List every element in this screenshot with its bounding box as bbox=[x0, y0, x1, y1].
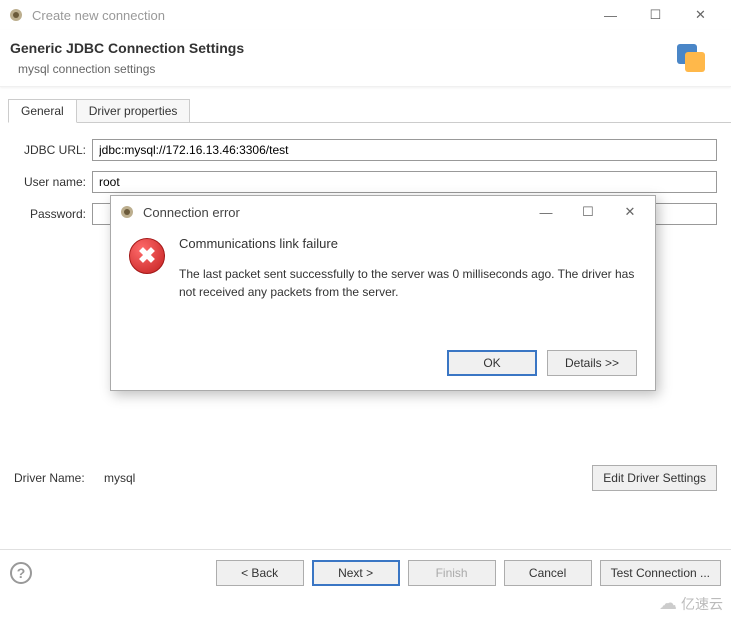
header-title: Generic JDBC Connection Settings bbox=[10, 40, 244, 56]
window-title: Create new connection bbox=[32, 8, 588, 23]
wizard-footer: ? < Back Next > Finish Cancel Test Conne… bbox=[0, 549, 731, 596]
close-button[interactable]: ✕ bbox=[678, 0, 723, 30]
cloud-icon: ☁ bbox=[659, 593, 677, 614]
jdbc-url-input[interactable] bbox=[92, 139, 717, 161]
help-icon[interactable]: ? bbox=[10, 562, 32, 584]
driver-name-label: Driver Name: bbox=[14, 471, 104, 485]
tab-driver-properties[interactable]: Driver properties bbox=[76, 99, 191, 122]
modal-maximize-button[interactable]: ☐ bbox=[567, 197, 609, 227]
modal-title: Connection error bbox=[143, 205, 525, 220]
username-label: User name: bbox=[14, 175, 92, 189]
test-connection-button[interactable]: Test Connection ... bbox=[600, 560, 721, 586]
driver-row: Driver Name: mysql Edit Driver Settings bbox=[0, 455, 731, 501]
modal-close-button[interactable]: ✕ bbox=[609, 197, 651, 227]
error-title: Communications link failure bbox=[179, 236, 639, 251]
tab-bar: General Driver properties bbox=[8, 99, 731, 123]
minimize-button[interactable]: — bbox=[588, 0, 633, 30]
window-controls: — ☐ ✕ bbox=[588, 0, 723, 30]
modal-minimize-button[interactable]: — bbox=[525, 197, 567, 227]
watermark-text: 亿速云 bbox=[681, 594, 723, 614]
error-icon: ✖ bbox=[129, 238, 165, 274]
jdbc-url-label: JDBC URL: bbox=[14, 143, 92, 157]
finish-button[interactable]: Finish bbox=[408, 560, 496, 586]
next-button[interactable]: Next > bbox=[312, 560, 400, 586]
watermark: ☁ 亿速云 bbox=[659, 593, 723, 614]
cancel-button[interactable]: Cancel bbox=[504, 560, 592, 586]
maximize-button[interactable]: ☐ bbox=[633, 0, 678, 30]
password-label: Password: bbox=[14, 207, 92, 221]
app-icon bbox=[8, 7, 24, 23]
back-button[interactable]: < Back bbox=[216, 560, 304, 586]
modal-titlebar: Connection error — ☐ ✕ bbox=[111, 196, 655, 228]
driver-name-value: mysql bbox=[104, 471, 592, 485]
connection-icon bbox=[671, 38, 711, 78]
details-button[interactable]: Details >> bbox=[547, 350, 637, 376]
dialog-header: Generic JDBC Connection Settings mysql c… bbox=[0, 30, 731, 87]
username-input[interactable] bbox=[92, 171, 717, 193]
error-message: The last packet sent successfully to the… bbox=[179, 265, 639, 301]
header-subtitle: mysql connection settings bbox=[10, 62, 244, 76]
ok-button[interactable]: OK bbox=[447, 350, 537, 376]
tab-general[interactable]: General bbox=[8, 99, 77, 123]
connection-error-dialog: Connection error — ☐ ✕ ✖ Communications … bbox=[110, 195, 656, 391]
edit-driver-settings-button[interactable]: Edit Driver Settings bbox=[592, 465, 717, 491]
window-titlebar: Create new connection — ☐ ✕ bbox=[0, 0, 731, 30]
modal-app-icon bbox=[119, 204, 135, 220]
